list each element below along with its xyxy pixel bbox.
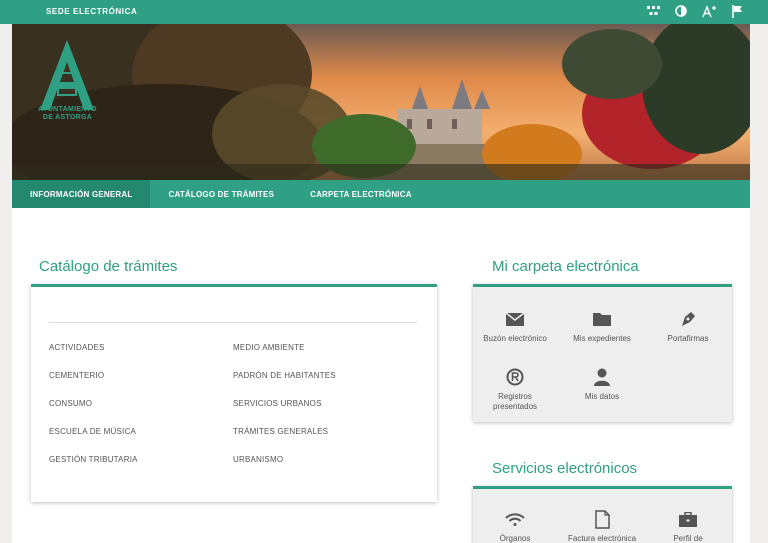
registered-icon (506, 368, 524, 386)
top-bar: SEDE ELECTRÓNICA (0, 0, 768, 24)
logo-text: AYUNTAMIENTO DE ASTORGA (30, 106, 105, 122)
servicios-title: Servicios electrónicos (492, 460, 638, 477)
folder-icon (593, 313, 611, 326)
catalogo-link[interactable]: SERVICIOS URBANOS (233, 399, 322, 408)
catalogo-link[interactable]: MEDIO AMBIENTE (233, 343, 305, 352)
contrast-icon[interactable] (674, 4, 688, 18)
servicios-item-label: Órganos (499, 534, 531, 543)
carpeta-item-label: Portafirmas (667, 334, 709, 343)
tab-carpeta-electronica[interactable]: CARPETA ELECTRÓNICA (292, 180, 430, 208)
carpeta-item-expedientes[interactable]: Mis expedientes (562, 309, 642, 344)
flag-icon[interactable] (730, 4, 744, 18)
carpeta-item-buzon[interactable]: Buzón electrónico (475, 309, 555, 344)
tab-catalogo-tramites[interactable]: CATÁLOGO DE TRÁMITES (150, 180, 292, 208)
catalogo-link[interactable]: GESTIÓN TRIBUTARIA (49, 455, 138, 464)
hero-banner: AYUNTAMIENTO DE ASTORGA (12, 24, 750, 180)
catalogo-link[interactable]: CONSUMO (49, 399, 92, 408)
catalogo-link[interactable]: ACTIVIDADES (49, 343, 105, 352)
carpeta-item-mis-datos[interactable]: Mis datos (562, 367, 642, 402)
carpeta-item-portafirmas[interactable]: Portafirmas (648, 309, 728, 344)
carpeta-title: Mi carpeta electrónica (492, 258, 639, 275)
catalogo-link[interactable]: URBANISMO (233, 455, 283, 464)
sede-title[interactable]: SEDE ELECTRÓNICA (46, 7, 137, 16)
servicios-item-label: Factura electrónica (567, 534, 637, 543)
briefcase-icon (679, 511, 697, 527)
catalogo-link[interactable]: TRÁMITES GENERALES (233, 427, 328, 436)
servicios-item-organos[interactable]: Órganos (475, 509, 555, 543)
catalogo-link[interactable]: CEMENTERIO (49, 371, 104, 380)
carpeta-item-label: Registros presentados (492, 392, 538, 411)
catalogo-link[interactable]: ESCUELA DE MÚSICA (49, 427, 136, 436)
servicios-item-perfil[interactable]: Perfil de (648, 509, 728, 543)
accessibility-tools (646, 4, 744, 18)
envelope-icon (506, 312, 524, 326)
catalogo-link[interactable]: PADRÓN DE HABITANTES (233, 371, 336, 380)
hero-landscape-image (12, 24, 750, 180)
carpeta-item-registros[interactable]: Registros presentados (475, 367, 555, 412)
divider (49, 322, 417, 323)
sitemap-icon[interactable] (646, 4, 660, 18)
pen-nib-icon (682, 312, 695, 326)
logo-line-2: DE ASTORGA (42, 114, 93, 121)
servicios-item-factura[interactable]: Factura electrónica (562, 509, 642, 543)
carpeta-item-label: Mis datos (584, 392, 620, 401)
carpeta-item-label: Mis expedientes (573, 334, 631, 343)
page-container: AYUNTAMIENTO DE ASTORGA INFORMACIÓN GENE… (12, 24, 750, 543)
servicios-item-label: Perfil de (673, 534, 703, 543)
wifi-icon (505, 513, 525, 526)
logo-line-1: AYUNTAMIENTO (38, 106, 97, 113)
servicios-card: Órganos Factura electrónica Perfil de (473, 486, 732, 543)
carpeta-card: Buzón electrónico Mis expedientes Portaf… (473, 284, 732, 422)
font-size-icon[interactable] (702, 4, 716, 18)
user-icon (594, 368, 610, 386)
tab-informacion-general[interactable]: INFORMACIÓN GENERAL (12, 180, 151, 208)
main-nav: INFORMACIÓN GENERAL CATÁLOGO DE TRÁMITES… (12, 180, 750, 208)
carpeta-item-label: Buzón electrónico (483, 334, 547, 343)
catalogo-card: ACTIVIDADES CEMENTERIO CONSUMO ESCUELA D… (31, 284, 437, 502)
document-icon (594, 509, 610, 529)
catalogo-title: Catálogo de trámites (39, 258, 178, 275)
